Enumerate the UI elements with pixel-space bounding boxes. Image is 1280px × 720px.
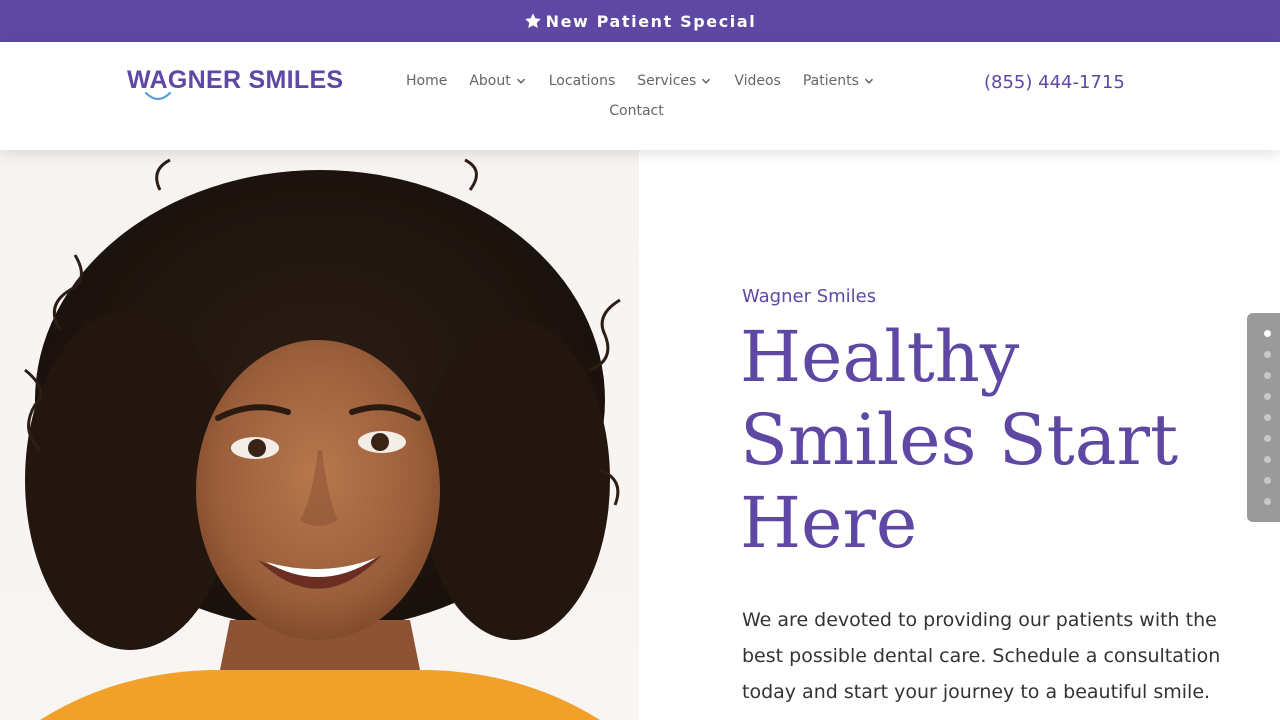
logo[interactable]: WAGNER SMILES (127, 66, 344, 101)
nav-row-2: Contact (396, 99, 882, 123)
main-nav: Home About Locations Services Videos Pat… (396, 69, 882, 123)
promo-label: New Patient Special (545, 11, 757, 31)
nav-item-label: About (469, 73, 511, 89)
nav-row-1: Home About Locations Services Videos Pat… (396, 69, 882, 93)
section-dot-nav (1247, 313, 1280, 522)
section-dot-8[interactable] (1264, 477, 1271, 484)
section-dot-3[interactable] (1264, 372, 1271, 379)
hero-headline: Healthy Smiles Start Here (740, 316, 1179, 564)
promo-bar[interactable]: New Patient Special (0, 0, 1280, 42)
section-dot-2[interactable] (1264, 351, 1271, 358)
logo-smile-icon (145, 91, 171, 101)
section-dot-7[interactable] (1264, 456, 1271, 463)
section-dot-4[interactable] (1264, 393, 1271, 400)
nav-item-contact[interactable]: Contact (609, 103, 663, 119)
nav-item-label: Videos (734, 73, 781, 89)
hero-photo (0, 150, 639, 720)
nav-item-label: Contact (609, 103, 664, 119)
star-icon (524, 12, 542, 30)
nav-item-label: Services (637, 73, 697, 89)
site-header: WAGNER SMILES Home About Locations Servi… (0, 42, 1280, 150)
section-dot-9[interactable] (1264, 498, 1271, 505)
nav-item-services[interactable]: Services (637, 73, 712, 89)
section-dot-6[interactable] (1264, 435, 1271, 442)
smiling-woman-photo (24, 158, 621, 720)
section-dot-1[interactable] (1264, 330, 1271, 337)
nav-item-locations[interactable]: Locations (549, 73, 616, 89)
chevron-down-icon (515, 75, 527, 87)
nav-item-label: Locations (548, 73, 616, 89)
phone-link[interactable]: (855) 444-1715 (984, 72, 1125, 93)
nav-item-label: Patients (802, 73, 859, 89)
nav-item-videos[interactable]: Videos (734, 73, 781, 89)
hero-body: We are devoted to providing our patients… (742, 609, 1221, 703)
nav-item-about[interactable]: About (469, 73, 526, 89)
section-dot-5[interactable] (1264, 414, 1271, 421)
chevron-down-icon (700, 75, 712, 87)
logo-text: WAGNER SMILES (127, 66, 344, 94)
nav-item-label: Home (406, 73, 448, 89)
chevron-down-icon (863, 75, 875, 87)
nav-item-patients[interactable]: Patients (803, 73, 875, 89)
hero-eyebrow: Wagner Smiles (742, 286, 877, 307)
nav-item-home[interactable]: Home (406, 73, 447, 89)
